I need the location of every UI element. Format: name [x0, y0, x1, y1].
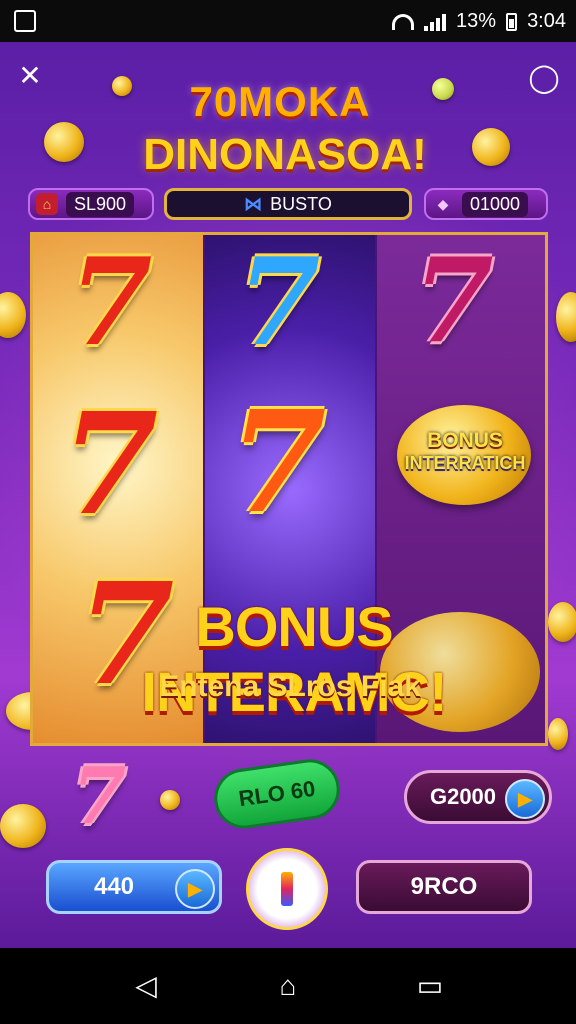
symbol-seven: 7 — [237, 232, 321, 373]
bonus-badge-title: BONUS — [427, 429, 503, 452]
boost-label: BUSTO — [270, 193, 332, 214]
balance-pill-right[interactable]: ◆ 01000 — [424, 188, 548, 220]
boost-icon: ⋈ — [244, 193, 263, 214]
diamond-icon: ◆ — [437, 195, 449, 212]
coin-decoration — [556, 292, 576, 342]
battery-icon — [506, 12, 518, 31]
battery-text: 13% — [456, 10, 497, 32]
coin-decoration — [0, 292, 26, 338]
bonus-badge-subtitle: INTERRATICH — [404, 453, 526, 473]
status-bar: 13% 3:04 — [0, 0, 576, 42]
coin-decoration — [472, 128, 510, 166]
game-title-line2: DINONASOA! — [143, 130, 427, 179]
clock: 3:04 — [527, 10, 566, 32]
bonus-symbol: BONUS INTERRATICH — [391, 395, 539, 515]
coin-decoration — [548, 718, 568, 750]
balance-pill-left[interactable]: ⌂ SL900 — [28, 188, 154, 220]
home-icon: ⌂ — [36, 193, 58, 215]
coin-decoration — [112, 76, 132, 96]
left-value: SL900 — [66, 191, 135, 217]
close-icon[interactable]: ✕ — [10, 56, 50, 96]
bonus-banner-subtitle: Entena SLros Fiak — [159, 670, 421, 703]
blue-value-button[interactable]: 440 ▶ — [46, 860, 222, 914]
bet-value-button[interactable]: G2000 ▶ — [404, 770, 552, 824]
right-value: 01000 — [462, 191, 529, 217]
settings-icon[interactable]: ◯ — [524, 58, 564, 98]
game-screen: ✕ ◯ 70MOKA DINONASOA! ⌂ SL900 ⋈ BUSTO ◆ … — [0, 42, 576, 948]
spin-button[interactable] — [246, 848, 328, 930]
spin-icon — [281, 872, 293, 906]
dark-value-button[interactable]: 9RCO — [356, 860, 532, 914]
symbol-seven: 7 — [69, 232, 153, 373]
dark-value-label: 9RCO — [410, 873, 478, 900]
coin-decoration — [548, 602, 576, 642]
coin-decoration — [432, 78, 454, 100]
coin-decoration — [44, 122, 84, 162]
blue-value-label: 440 — [93, 873, 135, 900]
seven-icon: 7 — [72, 751, 127, 842]
status-right: 13% 3:04 — [392, 10, 566, 33]
bet-value-label: G2000 — [429, 784, 497, 809]
play-arrow-icon: ▶ — [175, 869, 215, 909]
home-nav-icon[interactable]: ⌂ — [272, 970, 304, 1002]
symbol-seven: 7 — [413, 233, 494, 369]
coin-decoration — [160, 790, 180, 810]
play-arrow-icon: ▶ — [505, 779, 545, 819]
coin-decoration — [0, 804, 46, 848]
wifi-icon — [392, 13, 415, 30]
notification-icon — [14, 10, 36, 32]
navigation-bar: ◁ ⌂ ▭ — [0, 948, 576, 1024]
game-title-line1: 70MOKA — [189, 78, 371, 125]
recents-icon[interactable]: ▭ — [414, 970, 446, 1002]
green-button-label: RLO 60 — [237, 775, 317, 812]
bonus-banner-title: BONUS INTERAMC! — [141, 595, 447, 723]
symbol-seven: 7 — [61, 383, 159, 547]
symbol-seven: 7 — [229, 381, 327, 545]
boost-bar[interactable]: ⋈ BUSTO — [164, 188, 412, 220]
back-icon[interactable]: ◁ — [130, 970, 162, 1002]
green-button[interactable]: RLO 60 — [210, 755, 344, 833]
signal-icon — [424, 13, 447, 31]
